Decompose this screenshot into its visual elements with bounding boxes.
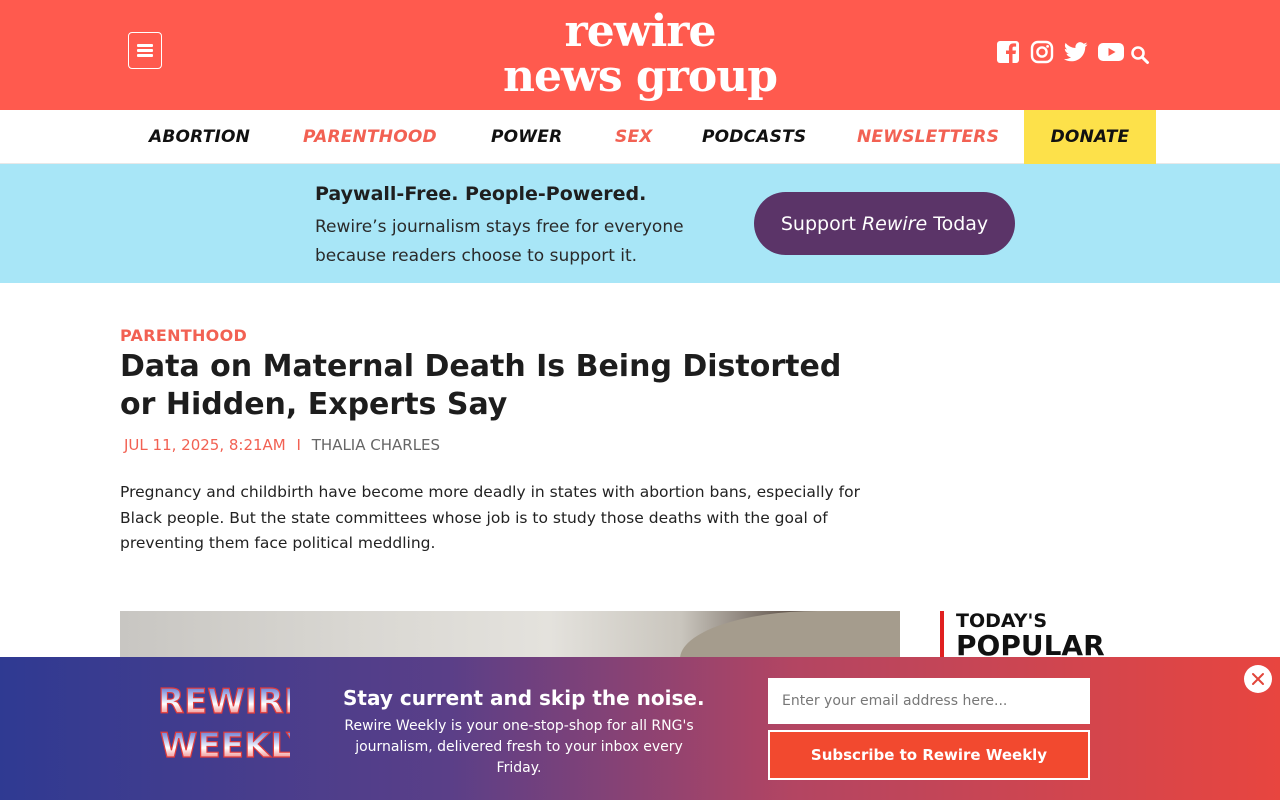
logo-line-1: rewire	[564, 6, 717, 57]
nav-item-sex[interactable]: SEX	[615, 110, 653, 164]
main-nav: ABORTION PARENTHOOD POWER SEX PODCASTS N…	[0, 110, 1280, 164]
rewire-weekly-logo: REWIRE WEEKLY	[156, 673, 312, 769]
nav-item-abortion[interactable]: ABORTION	[149, 110, 250, 164]
support-button-italic: Rewire	[861, 212, 928, 235]
newsletter-heading: Stay current and skip the noise.	[343, 686, 705, 710]
newsletter-email-input[interactable]	[768, 678, 1090, 724]
byline-separator: I	[296, 436, 301, 454]
youtube-icon[interactable]	[1098, 40, 1124, 64]
logo-line-2: news group	[502, 51, 778, 102]
nav-donate-button[interactable]: DONATE	[1024, 110, 1156, 164]
logo-text-weekly: WEEKLY	[160, 726, 290, 766]
article-category[interactable]: PARENTHOOD	[120, 326, 247, 345]
newsletter-signup-bar: REWIRE WEEKLY Stay current and skip the …	[0, 657, 1280, 800]
search-icon[interactable]	[1130, 43, 1150, 67]
article-byline: JUL 11, 2025, 8:21AM I THALIA CHARLES	[124, 436, 440, 454]
article-headline: Data on Maternal Death Is Being Distorte…	[120, 349, 842, 422]
site-logo[interactable]: rewire news group	[480, 6, 800, 106]
hamburger-menu-button[interactable]	[128, 32, 162, 69]
logo-text-rewire: REWIRE	[158, 682, 290, 722]
close-icon	[1252, 673, 1264, 685]
nav-item-power[interactable]: POWER	[491, 110, 562, 164]
popular-line-1: TODAY'S	[956, 610, 1048, 632]
facebook-icon[interactable]	[996, 40, 1020, 64]
paywall-banner: Paywall-Free. People-Powered. Rewire’s j…	[0, 164, 1280, 283]
close-newsletter-button[interactable]	[1244, 665, 1272, 693]
article-author[interactable]: THALIA CHARLES	[312, 436, 440, 454]
social-links	[996, 38, 1150, 66]
article-dek: Pregnancy and childbirth have become mor…	[120, 483, 860, 552]
subscribe-button[interactable]: Subscribe to Rewire Weekly	[768, 730, 1090, 780]
article-date: JUL 11, 2025, 8:21AM	[124, 436, 286, 454]
support-button-suffix: Today	[933, 212, 989, 235]
nav-item-podcasts[interactable]: PODCASTS	[702, 110, 806, 164]
support-button-prefix: Support	[780, 212, 856, 235]
paywall-title: Paywall-Free. People-Powered.	[315, 183, 647, 205]
site-header: rewire news group	[0, 0, 1280, 110]
instagram-icon[interactable]	[1030, 40, 1054, 64]
newsletter-body: Rewire Weekly is your one-stop-shop for …	[344, 718, 694, 776]
nav-item-newsletters[interactable]: NEWSLETTERS	[857, 110, 999, 164]
hamburger-icon	[137, 44, 153, 57]
nav-item-parenthood[interactable]: PARENTHOOD	[303, 110, 437, 164]
support-rewire-button[interactable]: Support Rewire Today	[754, 192, 1015, 255]
twitter-icon[interactable]	[1064, 40, 1088, 64]
paywall-body: Rewire’s journalism stays free for every…	[315, 217, 684, 266]
